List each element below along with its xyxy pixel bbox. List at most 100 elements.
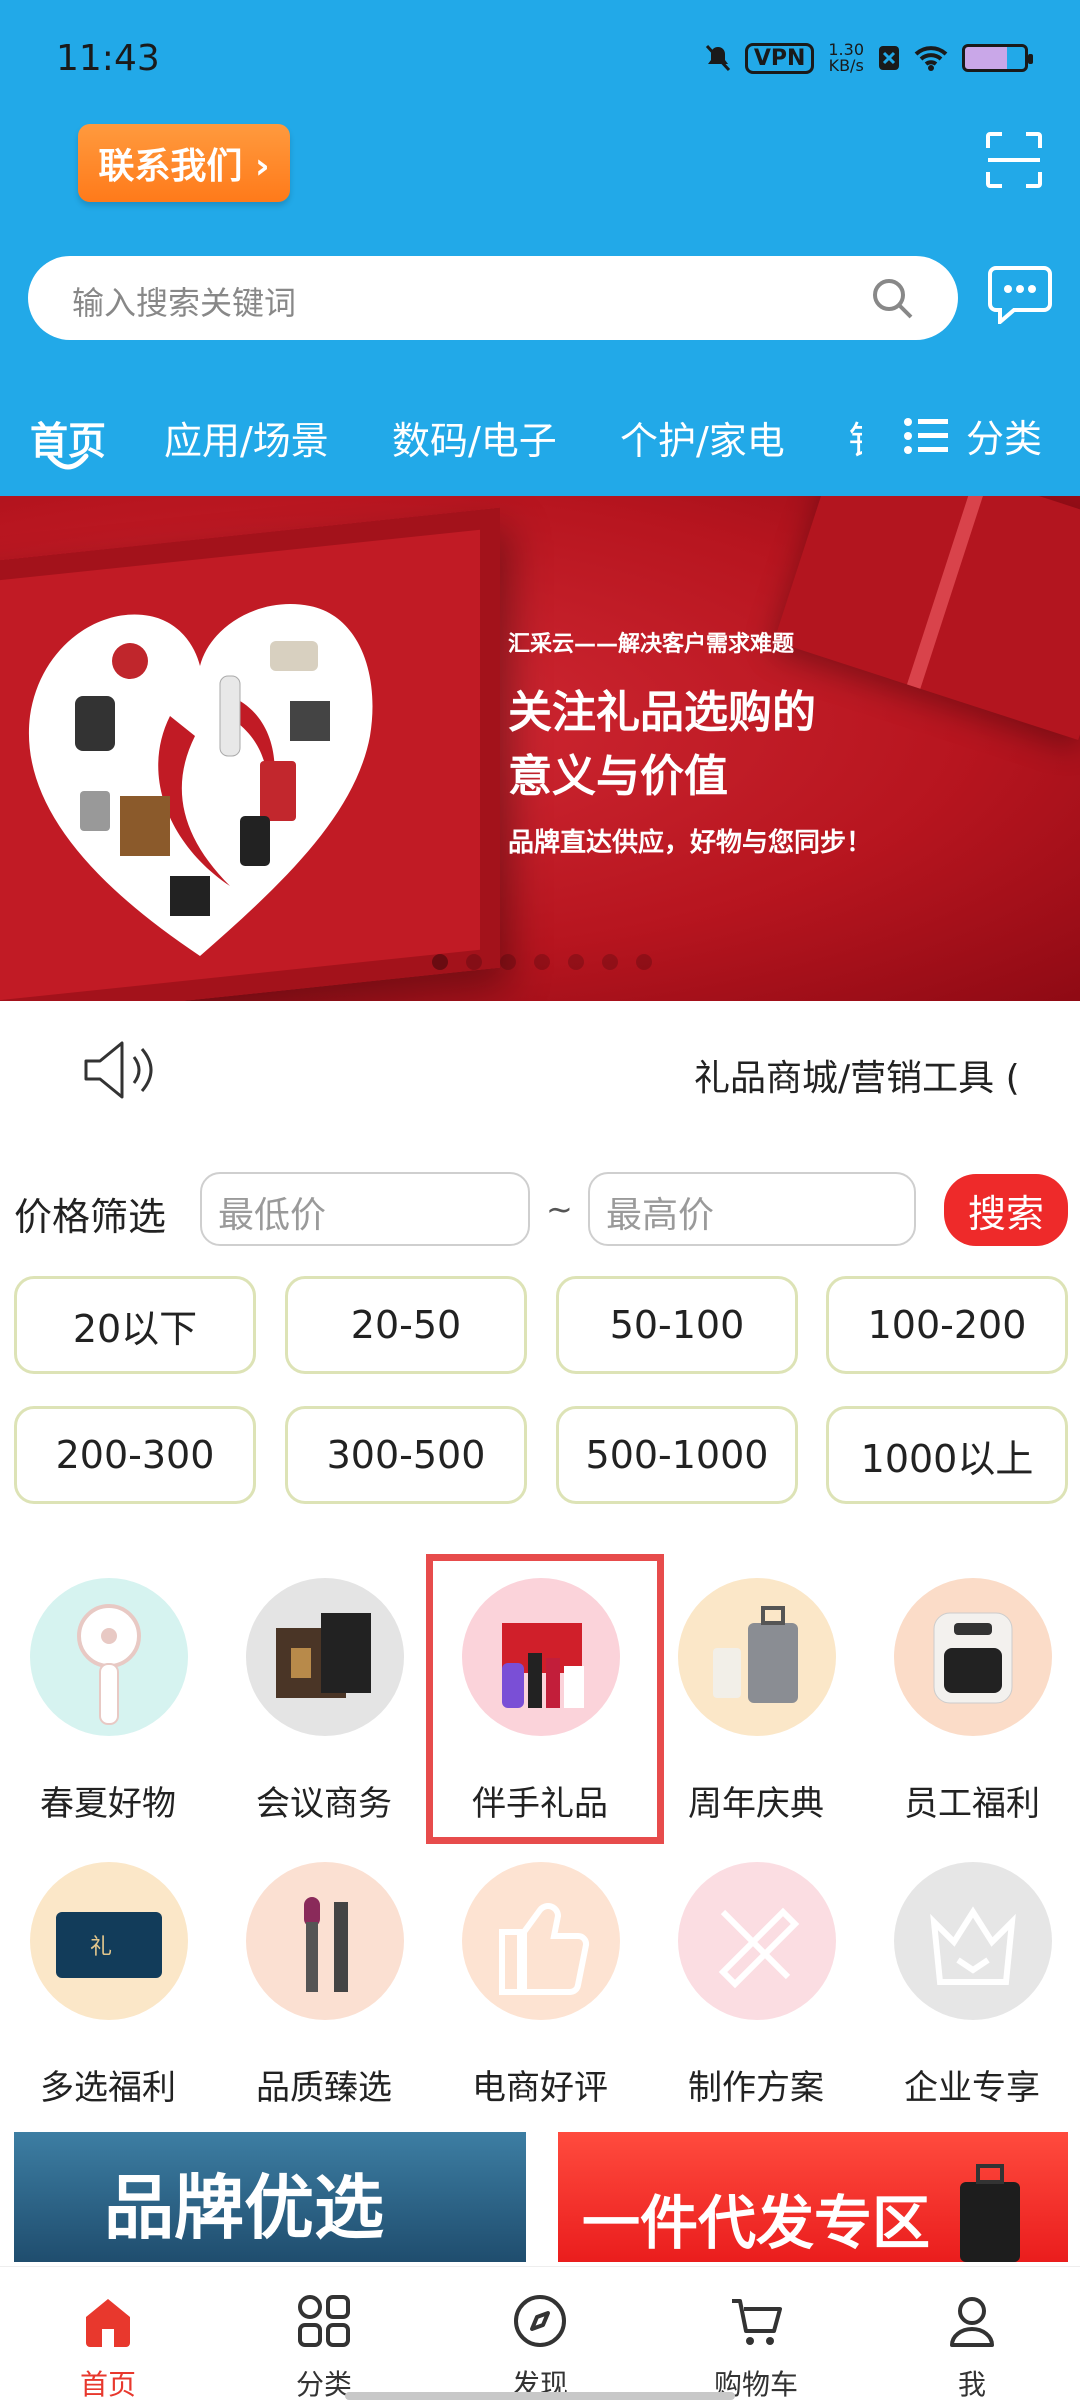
carousel-dots[interactable] bbox=[432, 954, 652, 970]
hair-dryer-product-icon bbox=[246, 1862, 404, 2020]
category-spring-summer[interactable]: 春夏好物 bbox=[8, 1578, 208, 1838]
price-range-chip[interactable]: 100-200 bbox=[826, 1276, 1068, 1374]
category-quality-select[interactable]: 品质臻选 bbox=[224, 1862, 424, 2122]
carousel-dot[interactable] bbox=[534, 954, 550, 970]
category-ecommerce-reviews[interactable]: 电商好评 bbox=[440, 1862, 640, 2122]
carousel-dot[interactable] bbox=[432, 954, 448, 970]
category-employee-benefits[interactable]: 员工福利 bbox=[872, 1578, 1072, 1838]
selected-category-highlight bbox=[426, 1554, 664, 1844]
category-label: 员工福利 bbox=[904, 1784, 1040, 1824]
speaker-icon bbox=[84, 1041, 153, 1099]
status-icons: VPN 1.30 KB/s bbox=[705, 42, 1033, 74]
category-enterprise-exclusive[interactable]: 企业专享 bbox=[872, 1862, 1072, 2122]
nav-category[interactable]: 分类 bbox=[216, 2267, 432, 2408]
crown-icon bbox=[894, 1862, 1052, 2020]
cart-icon bbox=[732, 2299, 782, 2345]
carousel-dot[interactable] bbox=[466, 954, 482, 970]
ruler-pencil-icon bbox=[678, 1862, 836, 2020]
speed-unit: KB/s bbox=[828, 56, 864, 75]
home-icon bbox=[86, 2299, 130, 2347]
category-anniversary[interactable]: 周年庆典 bbox=[656, 1578, 856, 1838]
price-range-chip[interactable]: 500-1000 bbox=[556, 1406, 798, 1504]
price-range-chip[interactable]: 20以下 bbox=[14, 1276, 256, 1374]
notice-text: 礼品商城/营销工具 ( bbox=[694, 1058, 1020, 1099]
max-price-input[interactable]: 最高价 bbox=[588, 1172, 916, 1246]
tab-apps-scenes[interactable]: 应用/场景 bbox=[164, 410, 329, 465]
carousel-dot[interactable] bbox=[568, 954, 584, 970]
banner-headline-2: 意义与价值 bbox=[508, 751, 728, 802]
thumbs-up-icon bbox=[462, 1862, 620, 2020]
grid-icon bbox=[298, 2295, 350, 2347]
nav-home[interactable]: 首页 bbox=[0, 2267, 216, 2408]
gift-set-product-icon bbox=[246, 1578, 404, 1736]
nav-label: 首页 bbox=[79, 2368, 136, 2401]
list-icon bbox=[904, 417, 948, 454]
home-indicator[interactable] bbox=[345, 2392, 735, 2400]
promo-banner[interactable]: 汇采云——解决客户需求难题 关注礼品选购的 意义与价值 品牌直达供应，好物与您同… bbox=[0, 496, 1080, 1001]
mute-icon bbox=[705, 44, 730, 72]
category-label: 会议商务 bbox=[256, 1784, 392, 1824]
tab-personal-care[interactable]: 个护/家电 bbox=[620, 410, 785, 465]
price-range-chip[interactable]: 300-500 bbox=[285, 1406, 527, 1504]
category-multi-choice[interactable]: 礼 多选福利 bbox=[8, 1862, 208, 2122]
category-button[interactable]: 分类 bbox=[904, 408, 1042, 463]
status-bar: 11:43 VPN 1.30 KB/s bbox=[0, 0, 1080, 120]
nav-cart[interactable]: 购物车 bbox=[648, 2267, 864, 2408]
category-production-plan[interactable]: 制作方案 bbox=[656, 1862, 856, 2122]
dropship-banner[interactable]: 一件代发专区 bbox=[558, 2132, 1068, 2262]
price-filter-label: 价格筛选 bbox=[14, 1195, 167, 1239]
header: 11:43 VPN 1.30 KB/s 联系我们 › 输入搜索关键词 首页 应用… bbox=[0, 0, 1080, 496]
banner-subline: 品牌直达供应，好物与您同步！ bbox=[508, 828, 873, 858]
heart-products-image bbox=[28, 604, 373, 956]
message-icon[interactable] bbox=[988, 264, 1052, 324]
fan-product-icon bbox=[30, 1578, 188, 1736]
sim-icon bbox=[879, 46, 899, 70]
category-label: 品质臻选 bbox=[256, 2068, 392, 2108]
wifi-icon bbox=[914, 46, 948, 71]
app-screen: 11:43 VPN 1.30 KB/s 联系我们 › 输入搜索关键词 首页 应用… bbox=[0, 0, 1080, 2408]
bottom-nav: 首页 分类 发现 购物车 我 bbox=[0, 2266, 1080, 2408]
carousel-dot[interactable] bbox=[602, 954, 618, 970]
compass-icon bbox=[514, 2295, 566, 2347]
battery-icon bbox=[962, 44, 1033, 72]
banner-tagline: 汇采云——解决客户需求难题 bbox=[508, 632, 795, 657]
brand-select-title: 品牌优选 bbox=[104, 2167, 384, 2249]
price-separator: ~ bbox=[546, 1190, 573, 1228]
search-placeholder: 输入搜索关键词 bbox=[72, 284, 297, 322]
contact-us-button[interactable]: 联系我们 › bbox=[78, 124, 290, 202]
notice-bar[interactable]: 礼品商城/营销工具 ( bbox=[0, 1001, 1080, 1141]
price-range-chip[interactable]: 200-300 bbox=[14, 1406, 256, 1504]
nav-discover[interactable]: 发现 bbox=[432, 2267, 648, 2408]
min-price-input[interactable]: 最低价 bbox=[200, 1172, 530, 1246]
price-range-chip[interactable]: 20-50 bbox=[285, 1276, 527, 1374]
gift-card-icon: 礼 bbox=[30, 1862, 188, 2020]
nav-label: 我 bbox=[957, 2368, 986, 2401]
scan-icon[interactable] bbox=[984, 130, 1044, 190]
active-tab-indicator bbox=[47, 453, 89, 470]
status-time: 11:43 bbox=[56, 38, 160, 79]
network-speed: 1.30 KB/s bbox=[828, 42, 864, 74]
category-label: 春夏好物 bbox=[40, 1784, 176, 1824]
price-range-chip[interactable]: 1000以上 bbox=[826, 1406, 1068, 1504]
nav-me[interactable]: 我 bbox=[864, 2267, 1080, 2408]
dropship-title: 一件代发专区 bbox=[582, 2189, 931, 2257]
tab-digital[interactable]: 数码/电子 bbox=[392, 410, 557, 465]
air-fryer-product-icon bbox=[894, 1578, 1052, 1736]
gift-box-image bbox=[773, 496, 1080, 741]
category-label: 周年庆典 bbox=[688, 1784, 824, 1824]
category-label: 电商好评 bbox=[472, 2068, 608, 2108]
brand-select-banner[interactable]: 品牌优选 bbox=[14, 2132, 526, 2262]
user-icon bbox=[950, 2297, 994, 2347]
price-search-button[interactable]: 搜索 bbox=[944, 1174, 1068, 1246]
luggage-image bbox=[960, 2164, 1020, 2262]
carousel-dot[interactable] bbox=[636, 954, 652, 970]
category-label: 分类 bbox=[966, 417, 1043, 461]
carousel-dot[interactable] bbox=[500, 954, 516, 970]
search-icon[interactable] bbox=[870, 276, 914, 320]
category-meeting-business[interactable]: 会议商务 bbox=[224, 1578, 424, 1838]
search-input[interactable]: 输入搜索关键词 bbox=[28, 256, 958, 340]
banner-headline-1: 关注礼品选购的 bbox=[508, 687, 816, 738]
category-label: 多选福利 bbox=[40, 2068, 176, 2108]
price-range-chip[interactable]: 50-100 bbox=[556, 1276, 798, 1374]
category-label: 企业专享 bbox=[904, 2068, 1040, 2108]
